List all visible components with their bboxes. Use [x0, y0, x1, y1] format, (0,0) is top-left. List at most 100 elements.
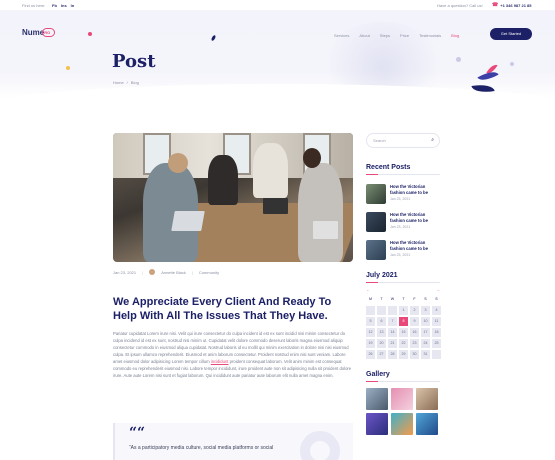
recent-post[interactable]: How the Victorian fashion came to be Jan… — [366, 184, 440, 206]
social-links: Fb Ins In — [52, 3, 74, 8]
gallery-image[interactable] — [416, 413, 438, 435]
calendar-day[interactable]: 2 — [410, 306, 419, 315]
calendar-day[interactable]: 17 — [421, 328, 430, 337]
avatar — [149, 269, 156, 275]
calendar-day[interactable]: 23 — [410, 339, 419, 348]
call-question: Have a question? Call us! — [437, 3, 483, 8]
calendar-day — [388, 306, 397, 315]
search-icon[interactable]: ⌕ — [431, 134, 434, 147]
nav-blog[interactable]: Blog — [451, 33, 459, 38]
recent-posts-title: Recent Posts — [366, 164, 411, 171]
calendar-day[interactable]: 28 — [388, 350, 397, 359]
decor-dot — [510, 62, 514, 66]
nav-testimonials[interactable]: Testimonials — [419, 33, 441, 38]
calendar-day[interactable]: 13 — [377, 328, 386, 337]
recent-post-title[interactable]: How the Victorian fashion came to be — [390, 240, 440, 251]
calendar-day[interactable]: 24 — [421, 339, 430, 348]
calendar-prev-icon[interactable]: ← — [366, 287, 370, 292]
recent-post-title[interactable]: How the Victorian fashion came to be — [390, 184, 440, 195]
instagram-link[interactable]: Ins — [61, 3, 67, 8]
weekday: T — [402, 297, 405, 301]
calendar-day — [432, 350, 441, 359]
divider — [366, 174, 440, 175]
sidebar: Search ⌕ Recent Posts How the Victorian … — [366, 133, 441, 435]
post-category[interactable]: Community — [199, 270, 219, 275]
gallery-image[interactable] — [366, 388, 388, 410]
calendar-day[interactable]: 27 — [377, 350, 386, 359]
calendar-day[interactable]: 7 — [388, 317, 397, 326]
calendar-day[interactable]: 16 — [410, 328, 419, 337]
quote-decoration — [300, 431, 340, 460]
quote-text: “As a participatory media culture, socia… — [129, 445, 274, 451]
post-meta: Jan 23, 2021 | Annette Black | Community — [113, 269, 220, 275]
gallery-image[interactable] — [416, 388, 438, 410]
nav-about[interactable]: About — [359, 33, 369, 38]
calendar-day[interactable]: 29 — [399, 350, 408, 359]
calendar-day[interactable]: 5 — [366, 317, 375, 326]
calendar-day[interactable]: 22 — [399, 339, 408, 348]
calendar-day[interactable]: 21 — [388, 339, 397, 348]
weekday: W — [390, 297, 395, 301]
nav-price[interactable]: Price — [400, 33, 409, 38]
calendar-next-icon[interactable]: → — [436, 287, 440, 292]
calendar-day[interactable]: 6 — [377, 317, 386, 326]
logo-ring-text: RO — [44, 30, 51, 35]
main-nav: Services About Steps Price Testimonials … — [334, 33, 459, 38]
calendar-day[interactable]: 18 — [432, 328, 441, 337]
facebook-link[interactable]: Fb — [52, 3, 57, 8]
phone-link[interactable]: ☎ +1 346 987 21 85 — [492, 2, 532, 8]
gallery-image[interactable] — [366, 413, 388, 435]
calendar-day[interactable]: 31 — [421, 350, 430, 359]
post-body-link[interactable]: incididunt — [211, 359, 229, 364]
find-us-label: Find us here: — [22, 3, 46, 8]
calendar-day[interactable]: 20 — [377, 339, 386, 348]
recent-post[interactable]: How the Victorian fashion came to be Jan… — [366, 240, 440, 262]
hero: Nume RO Services About Steps Price Testi… — [0, 10, 555, 98]
phone-icon: ☎ — [492, 2, 499, 8]
divider — [366, 282, 440, 283]
calendar-day[interactable]: 25 — [432, 339, 441, 348]
post-date: Jan 23, 2021 — [113, 269, 137, 275]
logo[interactable]: Nume RO — [22, 28, 56, 37]
get-started-button[interactable]: Get Started — [490, 28, 532, 40]
decor-dot — [66, 66, 70, 70]
recent-post[interactable]: How the Victorian fashion came to be Jan… — [366, 212, 440, 234]
recent-post-date: Jan 23, 2021 — [390, 225, 411, 229]
breadcrumb-home[interactable]: Home — [113, 80, 124, 85]
nav-steps[interactable]: Steps — [380, 33, 390, 38]
calendar-day[interactable]: 26 — [366, 350, 375, 359]
calendar-day[interactable]: 10 — [421, 317, 430, 326]
calendar-day[interactable]: 30 — [410, 350, 419, 359]
calendar-day[interactable]: 8 — [399, 317, 408, 326]
recent-post-thumb — [366, 240, 386, 260]
linkedin-link[interactable]: In — [71, 3, 75, 8]
search-input[interactable]: Search ⌕ — [366, 133, 440, 148]
logo-text: Nume — [22, 28, 45, 37]
decor-dot — [456, 57, 461, 62]
recent-post-title[interactable]: How the Victorian fashion came to be — [390, 212, 440, 223]
calendar-day[interactable]: 19 — [366, 339, 375, 348]
decor-dot — [88, 32, 92, 36]
calendar-day[interactable]: 1 — [399, 306, 408, 315]
calendar-day — [366, 306, 375, 315]
quote-icon: ““ — [129, 425, 146, 441]
calendar-day[interactable]: 4 — [432, 306, 441, 315]
calendar-day[interactable]: 12 — [366, 328, 375, 337]
calendar-day[interactable]: 14 — [388, 328, 397, 337]
weekday: F — [413, 297, 416, 301]
search-placeholder: Search — [373, 138, 386, 143]
gallery-image[interactable] — [391, 388, 413, 410]
gallery-image[interactable] — [391, 413, 413, 435]
nav-services[interactable]: Services — [334, 33, 349, 38]
gallery — [366, 388, 440, 435]
post-author[interactable]: Annette Black — [161, 270, 186, 275]
phone-number: +1 346 987 21 85 — [500, 2, 532, 8]
calendar-day[interactable]: 9 — [410, 317, 419, 326]
calendar-day — [377, 306, 386, 315]
weekday: S — [424, 297, 427, 301]
recent-post-thumb — [366, 184, 386, 204]
calendar-day[interactable]: 3 — [421, 306, 430, 315]
calendar-day[interactable]: 15 — [399, 328, 408, 337]
breadcrumb: Home / Blog — [113, 80, 139, 85]
calendar-day[interactable]: 11 — [432, 317, 441, 326]
